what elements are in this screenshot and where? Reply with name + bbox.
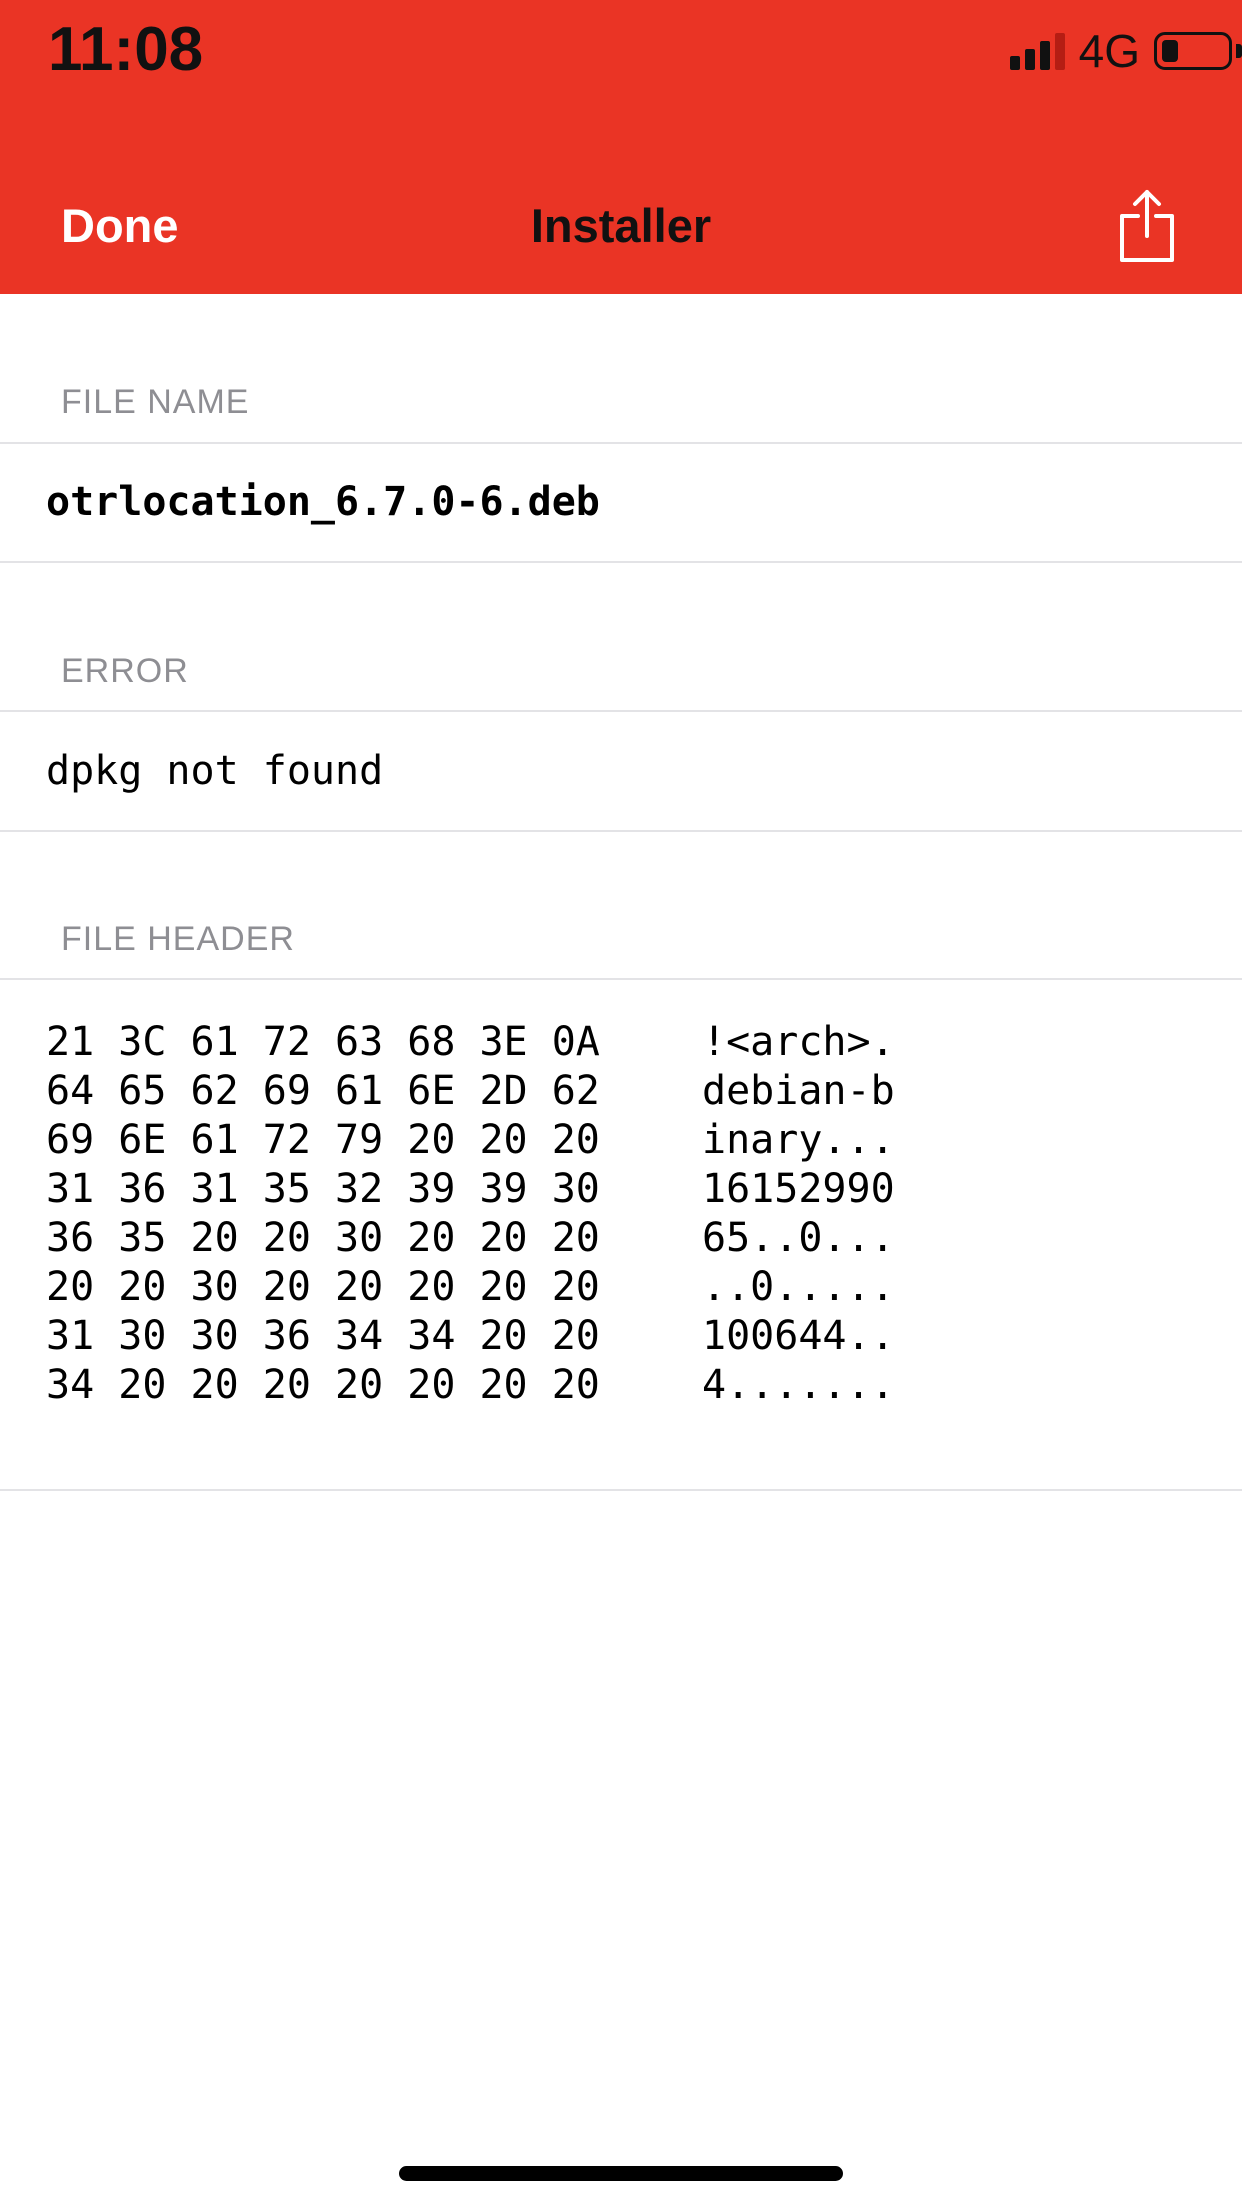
cellular-signal-icon [1009,32,1065,70]
home-indicator[interactable] [399,2166,843,2181]
separator [0,561,1242,563]
separator [0,442,1242,444]
hex-row: 31 36 31 35 32 39 39 30 16152990 [46,1165,895,1214]
battery-cap [1236,44,1242,58]
separator [0,1489,1242,1491]
hex-row: 36 35 20 20 30 20 20 20 65..0... [46,1214,895,1263]
hex-ascii: debian-b [702,1068,895,1114]
installer-screen: 11:08 4G Done Installer FILE NAME otrloc… [0,0,1242,2208]
separator [0,978,1242,980]
hex-row: 34 20 20 20 20 20 20 20 4....... [46,1361,895,1410]
network-type: 4G [1078,25,1140,77]
hex-ascii: 4....... [702,1362,895,1408]
file-header-header: FILE HEADER [61,920,295,958]
hex-bytes: 36 35 20 20 30 20 20 20 [46,1215,600,1261]
hex-bytes: 31 30 30 36 34 34 20 20 [46,1313,600,1359]
share-icon[interactable] [1116,188,1178,264]
file-header-hex-dump: 21 3C 61 72 63 68 3E 0A !<arch>. 64 65 62… [46,1018,895,1410]
hex-ascii: !<arch>. [702,1019,895,1065]
hex-bytes: 21 3C 61 72 63 68 3E 0A [46,1019,600,1065]
hex-row: 21 3C 61 72 63 68 3E 0A !<arch>. [46,1018,895,1067]
hex-bytes: 31 36 31 35 32 39 39 30 [46,1166,600,1212]
navigation-header: 11:08 4G Done Installer [0,0,1242,294]
hex-bytes: 20 20 30 20 20 20 20 20 [46,1264,600,1310]
page-title: Installer [530,199,712,252]
status-time: 11:08 [48,15,204,84]
hex-bytes: 69 6E 61 72 79 20 20 20 [46,1117,600,1163]
separator [0,710,1242,712]
hex-ascii: inary... [702,1117,895,1163]
error-value: dpkg not found [46,748,384,794]
file-name-header: FILE NAME [61,383,250,421]
error-header: ERROR [61,652,189,690]
hex-bytes: 34 20 20 20 20 20 20 20 [46,1362,600,1408]
hex-row: 64 65 62 69 61 6E 2D 62 debian-b [46,1067,895,1116]
hex-ascii: 65..0... [702,1215,895,1261]
hex-row: 31 30 30 36 34 34 20 20 100644.. [46,1312,895,1361]
hex-ascii: 100644.. [702,1313,895,1359]
file-name-value: otrlocation_6.7.0-6.deb [46,479,600,525]
status-indicators: 4G [1009,25,1242,77]
hex-row: 69 6E 61 72 79 20 20 20 inary... [46,1116,895,1165]
separator [0,830,1242,832]
battery-icon [1154,32,1232,70]
hex-ascii: ..0..... [702,1264,895,1310]
hex-row: 20 20 30 20 20 20 20 20 ..0..... [46,1263,895,1312]
battery-level [1162,40,1178,62]
hex-ascii: 16152990 [702,1166,895,1212]
hex-bytes: 64 65 62 69 61 6E 2D 62 [46,1068,600,1114]
